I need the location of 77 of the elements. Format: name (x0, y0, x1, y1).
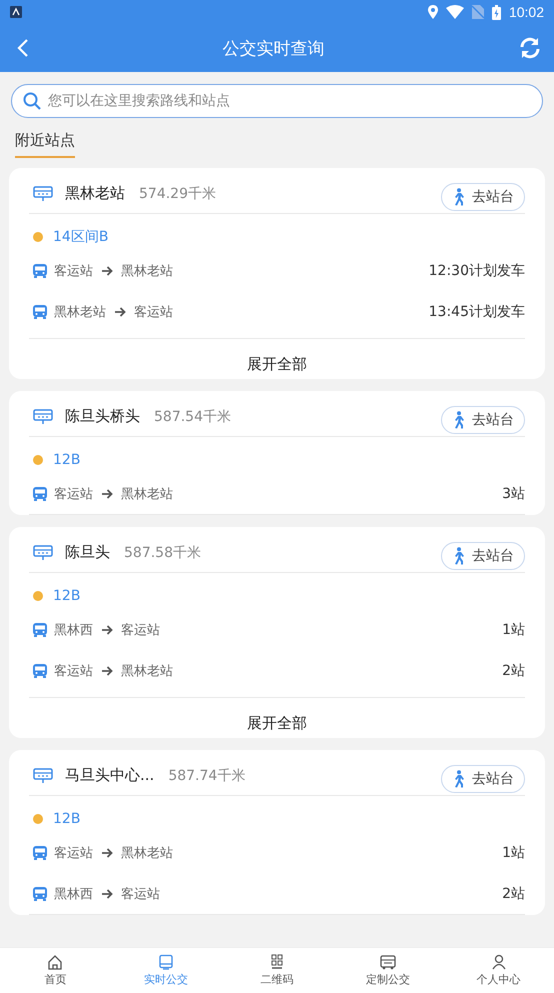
origin-stop: 黑林老站 (54, 304, 106, 320)
bus-stop-icon (33, 544, 53, 561)
destination-stop: 黑林老站 (121, 662, 173, 680)
arrival-info: 2站 (502, 662, 525, 680)
location-icon (428, 5, 438, 19)
arrow-icon (101, 624, 113, 636)
station-distance: 587.58千米 (124, 544, 202, 562)
go-to-platform-button[interactable]: 去站台 (441, 542, 525, 570)
origin-stop: 黑林西 (54, 886, 93, 902)
person-icon[interactable] (490, 954, 507, 970)
nav-tab[interactable]: 定制公交 (366, 972, 410, 987)
station-distance: 574.29千米 (139, 184, 217, 202)
station-distance: 587.54千米 (154, 408, 232, 426)
destination-stop: 客运站 (121, 622, 160, 638)
home-icon[interactable] (47, 954, 64, 970)
origin-stop: 客运站 (54, 262, 93, 280)
go-to-platform-button[interactable]: 去站台 (441, 406, 525, 434)
bus-stop-icon (33, 408, 53, 425)
origin-stop: 客运站 (54, 844, 93, 862)
expand-all-button[interactable]: 展开全部 (29, 698, 525, 738)
bus-icon (32, 304, 48, 320)
arrow-icon (101, 846, 113, 858)
destination-stop: 黑林老站 (121, 486, 173, 502)
arrow-icon (101, 888, 113, 900)
battery-icon (492, 4, 501, 20)
destination-stop: 客运站 (121, 886, 160, 902)
go-to-platform-button[interactable]: 去站台 (441, 182, 525, 210)
page-title: 公交实时查询 (222, 38, 324, 60)
bus-icon (32, 844, 48, 860)
destination-stop: 黑林老站 (121, 262, 173, 280)
station-name: 马旦头中心... (65, 766, 154, 785)
arrival-info: 13:45计划发车 (428, 302, 525, 320)
origin-stop: 黑林西 (54, 622, 93, 638)
bus-stop-icon (33, 767, 53, 784)
destination-stop: 黑林老站 (121, 844, 173, 862)
section-tab[interactable]: 附近站点 (15, 131, 75, 158)
arrival-info: 12:30计划发车 (428, 262, 525, 280)
arrow-icon (101, 488, 113, 500)
wifi-icon (446, 5, 464, 19)
bus-icon (32, 622, 48, 638)
search-field[interactable]: 您可以在这里搜索路线和站点 (11, 84, 543, 118)
qr-code-icon[interactable] (268, 954, 285, 970)
nav-tab[interactable]: 首页 (44, 972, 66, 987)
destination-stop: 客运站 (134, 304, 173, 320)
arrival-info: 3站 (502, 484, 525, 502)
nav-tab[interactable]: 个人中心 (476, 972, 521, 987)
app-notification-icon (10, 6, 22, 18)
walking-person-icon (452, 770, 464, 788)
station-name: 陈旦头桥头 (65, 407, 140, 426)
arrival-info: 1站 (502, 844, 525, 862)
expand-all-button[interactable]: 展开全部 (29, 339, 525, 379)
walking-person-icon (452, 188, 464, 206)
bus-icon (32, 486, 48, 502)
station-distance: 587.74千米 (168, 766, 246, 784)
coach-icon[interactable] (380, 954, 396, 970)
refresh-icon[interactable] (518, 36, 542, 60)
nav-tab[interactable]: 二维码 (260, 972, 294, 987)
arrow-icon (114, 306, 126, 318)
arrival-info: 1站 (502, 620, 525, 638)
walking-person-icon (452, 410, 464, 428)
go-to-platform-button[interactable]: 去站台 (441, 764, 525, 792)
bus-icon (32, 662, 48, 678)
bus-icon (32, 886, 48, 902)
arrow-icon (101, 664, 113, 676)
back-icon[interactable] (17, 38, 29, 58)
walking-person-icon (452, 546, 464, 564)
status-time: 10:02 (508, 4, 544, 20)
station-name: 陈旦头 (65, 543, 110, 562)
screen-icon[interactable] (158, 954, 174, 970)
arrow-icon (101, 264, 113, 276)
origin-stop: 客运站 (54, 486, 93, 502)
origin-stop: 客运站 (54, 662, 93, 680)
bus-icon (32, 262, 48, 278)
arrival-info: 2站 (502, 884, 525, 902)
bus-stop-icon (33, 185, 53, 202)
no-sim-icon (472, 5, 484, 19)
station-name: 黑林老站 (65, 184, 125, 203)
